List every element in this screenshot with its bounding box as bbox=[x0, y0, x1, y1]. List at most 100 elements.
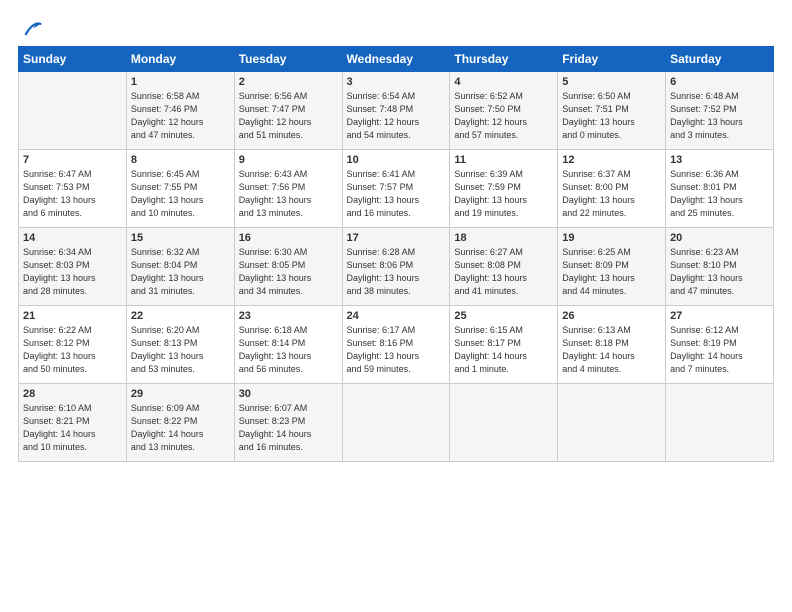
calendar-cell bbox=[19, 72, 127, 150]
day-info: Sunrise: 6:20 AM Sunset: 8:13 PM Dayligh… bbox=[131, 324, 230, 376]
day-number: 24 bbox=[347, 310, 446, 322]
calendar-cell: 6 Sunrise: 6:48 AM Sunset: 7:52 PM Daylig… bbox=[666, 72, 774, 150]
logo-icon bbox=[20, 18, 42, 40]
day-info: Sunrise: 6:41 AM Sunset: 7:57 PM Dayligh… bbox=[347, 168, 446, 220]
calendar-cell: 2Sunrise: 6:56 AM Sunset: 7:47 PM Daylig… bbox=[234, 72, 342, 150]
calendar-cell: 9Sunrise: 6:43 AM Sunset: 7:56 PM Daylig… bbox=[234, 150, 342, 228]
calendar-cell: 8Sunrise: 6:45 AM Sunset: 7:55 PM Daylig… bbox=[126, 150, 234, 228]
calendar-cell: 17 Sunrise: 6:28 AM Sunset: 8:06 PM Dayli… bbox=[342, 228, 450, 306]
day-number: 10 bbox=[347, 154, 446, 166]
calendar-week-row: 1Sunrise: 6:58 AM Sunset: 7:46 PM Daylig… bbox=[19, 72, 774, 150]
calendar-cell bbox=[450, 384, 558, 462]
calendar-cell bbox=[666, 384, 774, 462]
day-info: Sunrise: 6:30 AM Sunset: 8:05 PM Dayligh… bbox=[239, 246, 338, 298]
header bbox=[18, 18, 774, 40]
calendar-cell: 5 Sunrise: 6:50 AM Sunset: 7:51 PM Daylig… bbox=[558, 72, 666, 150]
day-number: 9 bbox=[239, 154, 338, 166]
day-info: Sunrise: 6:34 AM Sunset: 8:03 PM Dayligh… bbox=[23, 246, 122, 298]
day-info: Sunrise: 6:12 AM Sunset: 8:19 PM Dayligh… bbox=[670, 324, 769, 376]
calendar-cell: 13 Sunrise: 6:36 AM Sunset: 8:01 PM Dayli… bbox=[666, 150, 774, 228]
calendar-week-row: 21 Sunrise: 6:22 AM Sunset: 8:12 PM Dayli… bbox=[19, 306, 774, 384]
day-number: 4 bbox=[454, 76, 553, 88]
day-number: 18 bbox=[454, 232, 553, 244]
day-info: Sunrise: 6:32 AM Sunset: 8:04 PM Dayligh… bbox=[131, 246, 230, 298]
calendar-table: SundayMondayTuesdayWednesdayThursdayFrid… bbox=[18, 46, 774, 462]
calendar-cell: 27 Sunrise: 6:12 AM Sunset: 8:19 PM Dayli… bbox=[666, 306, 774, 384]
day-info: Sunrise: 6:28 AM Sunset: 8:06 PM Dayligh… bbox=[347, 246, 446, 298]
calendar-container: SundayMondayTuesdayWednesdayThursdayFrid… bbox=[0, 0, 792, 612]
calendar-week-row: 28 Sunrise: 6:10 AM Sunset: 8:21 PM Dayli… bbox=[19, 384, 774, 462]
calendar-cell: 10 Sunrise: 6:41 AM Sunset: 7:57 PM Dayli… bbox=[342, 150, 450, 228]
day-info: Sunrise: 6:13 AM Sunset: 8:18 PM Dayligh… bbox=[562, 324, 661, 376]
day-number: 28 bbox=[23, 388, 122, 400]
calendar-cell: 24Sunrise: 6:17 AM Sunset: 8:16 PM Dayli… bbox=[342, 306, 450, 384]
day-info: Sunrise: 6:45 AM Sunset: 7:55 PM Dayligh… bbox=[131, 168, 230, 220]
calendar-cell: 25 Sunrise: 6:15 AM Sunset: 8:17 PM Dayli… bbox=[450, 306, 558, 384]
day-info: Sunrise: 6:47 AM Sunset: 7:53 PM Dayligh… bbox=[23, 168, 122, 220]
calendar-cell: 29 Sunrise: 6:09 AM Sunset: 8:22 PM Dayli… bbox=[126, 384, 234, 462]
calendar-cell: 16 Sunrise: 6:30 AM Sunset: 8:05 PM Dayli… bbox=[234, 228, 342, 306]
calendar-cell: 15 Sunrise: 6:32 AM Sunset: 8:04 PM Dayli… bbox=[126, 228, 234, 306]
column-header-monday: Monday bbox=[126, 47, 234, 72]
calendar-header-row: SundayMondayTuesdayWednesdayThursdayFrid… bbox=[19, 47, 774, 72]
day-number: 13 bbox=[670, 154, 769, 166]
column-header-sunday: Sunday bbox=[19, 47, 127, 72]
day-number: 17 bbox=[347, 232, 446, 244]
calendar-cell: 12 Sunrise: 6:37 AM Sunset: 8:00 PM Dayli… bbox=[558, 150, 666, 228]
day-number: 5 bbox=[562, 76, 661, 88]
calendar-cell bbox=[558, 384, 666, 462]
calendar-cell: 26 Sunrise: 6:13 AM Sunset: 8:18 PM Dayli… bbox=[558, 306, 666, 384]
calendar-cell: 3Sunrise: 6:54 AM Sunset: 7:48 PM Daylig… bbox=[342, 72, 450, 150]
day-number: 30 bbox=[239, 388, 338, 400]
day-info: Sunrise: 6:39 AM Sunset: 7:59 PM Dayligh… bbox=[454, 168, 553, 220]
day-info: Sunrise: 6:07 AM Sunset: 8:23 PM Dayligh… bbox=[239, 402, 338, 454]
day-number: 6 bbox=[670, 76, 769, 88]
day-info: Sunrise: 6:09 AM Sunset: 8:22 PM Dayligh… bbox=[131, 402, 230, 454]
day-number: 7 bbox=[23, 154, 122, 166]
day-info: Sunrise: 6:48 AM Sunset: 7:52 PM Dayligh… bbox=[670, 90, 769, 142]
day-number: 22 bbox=[131, 310, 230, 322]
calendar-cell: 30 Sunrise: 6:07 AM Sunset: 8:23 PM Dayli… bbox=[234, 384, 342, 462]
calendar-week-row: 14 Sunrise: 6:34 AM Sunset: 8:03 PM Dayli… bbox=[19, 228, 774, 306]
calendar-cell: 7 Sunrise: 6:47 AM Sunset: 7:53 PM Daylig… bbox=[19, 150, 127, 228]
day-info: Sunrise: 6:15 AM Sunset: 8:17 PM Dayligh… bbox=[454, 324, 553, 376]
day-number: 26 bbox=[562, 310, 661, 322]
day-number: 16 bbox=[239, 232, 338, 244]
day-number: 14 bbox=[23, 232, 122, 244]
day-info: Sunrise: 6:36 AM Sunset: 8:01 PM Dayligh… bbox=[670, 168, 769, 220]
day-number: 15 bbox=[131, 232, 230, 244]
calendar-cell: 23Sunrise: 6:18 AM Sunset: 8:14 PM Dayli… bbox=[234, 306, 342, 384]
day-info: Sunrise: 6:37 AM Sunset: 8:00 PM Dayligh… bbox=[562, 168, 661, 220]
calendar-cell: 14 Sunrise: 6:34 AM Sunset: 8:03 PM Dayli… bbox=[19, 228, 127, 306]
day-number: 21 bbox=[23, 310, 122, 322]
day-number: 12 bbox=[562, 154, 661, 166]
day-info: Sunrise: 6:25 AM Sunset: 8:09 PM Dayligh… bbox=[562, 246, 661, 298]
day-info: Sunrise: 6:27 AM Sunset: 8:08 PM Dayligh… bbox=[454, 246, 553, 298]
day-info: Sunrise: 6:22 AM Sunset: 8:12 PM Dayligh… bbox=[23, 324, 122, 376]
day-number: 23 bbox=[239, 310, 338, 322]
day-number: 19 bbox=[562, 232, 661, 244]
logo bbox=[18, 18, 42, 40]
calendar-cell: 19 Sunrise: 6:25 AM Sunset: 8:09 PM Dayli… bbox=[558, 228, 666, 306]
calendar-cell bbox=[342, 384, 450, 462]
calendar-cell: 28 Sunrise: 6:10 AM Sunset: 8:21 PM Dayli… bbox=[19, 384, 127, 462]
column-header-friday: Friday bbox=[558, 47, 666, 72]
day-info: Sunrise: 6:56 AM Sunset: 7:47 PM Dayligh… bbox=[239, 90, 338, 142]
day-number: 25 bbox=[454, 310, 553, 322]
day-info: Sunrise: 6:10 AM Sunset: 8:21 PM Dayligh… bbox=[23, 402, 122, 454]
day-number: 11 bbox=[454, 154, 553, 166]
day-info: Sunrise: 6:54 AM Sunset: 7:48 PM Dayligh… bbox=[347, 90, 446, 142]
calendar-cell: 18 Sunrise: 6:27 AM Sunset: 8:08 PM Dayli… bbox=[450, 228, 558, 306]
calendar-cell: 4 Sunrise: 6:52 AM Sunset: 7:50 PM Daylig… bbox=[450, 72, 558, 150]
day-number: 1 bbox=[131, 76, 230, 88]
day-number: 29 bbox=[131, 388, 230, 400]
calendar-cell: 22 Sunrise: 6:20 AM Sunset: 8:13 PM Dayli… bbox=[126, 306, 234, 384]
calendar-cell: 1Sunrise: 6:58 AM Sunset: 7:46 PM Daylig… bbox=[126, 72, 234, 150]
day-number: 27 bbox=[670, 310, 769, 322]
calendar-cell: 20Sunrise: 6:23 AM Sunset: 8:10 PM Dayli… bbox=[666, 228, 774, 306]
day-info: Sunrise: 6:23 AM Sunset: 8:10 PM Dayligh… bbox=[670, 246, 769, 298]
calendar-cell: 21 Sunrise: 6:22 AM Sunset: 8:12 PM Dayli… bbox=[19, 306, 127, 384]
day-info: Sunrise: 6:52 AM Sunset: 7:50 PM Dayligh… bbox=[454, 90, 553, 142]
column-header-tuesday: Tuesday bbox=[234, 47, 342, 72]
day-info: Sunrise: 6:50 AM Sunset: 7:51 PM Dayligh… bbox=[562, 90, 661, 142]
